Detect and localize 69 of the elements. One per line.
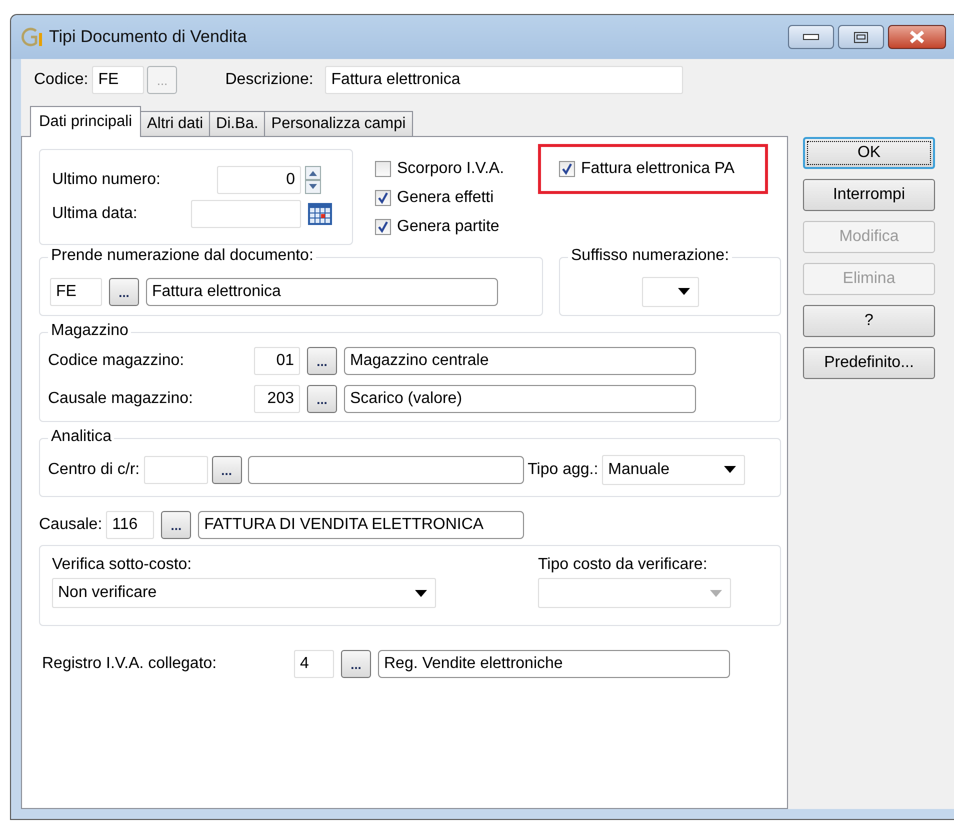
tab[interactable]: Dati principali: [30, 106, 142, 137]
dropdown-arrow-icon[interactable]: [678, 288, 690, 295]
code-field[interactable]: [144, 456, 208, 484]
field-label: Registro I.V.A. collegato:: [42, 655, 218, 673]
field-label: Descrizione:: [225, 71, 314, 89]
app-logo-icon: [21, 27, 43, 47]
checkbox[interactable]: [559, 161, 576, 177]
code-field[interactable]: 4: [294, 650, 334, 678]
dialog-button[interactable]: Interrompi: [803, 179, 935, 211]
spinner-icon[interactable]: [305, 166, 321, 194]
dropdown[interactable]: Manuale: [602, 454, 746, 484]
close-button[interactable]: [888, 25, 946, 49]
number-field[interactable]: 0: [217, 166, 301, 194]
close-icon: [908, 30, 926, 44]
field-label: Centro di c/r:: [48, 460, 140, 478]
description-field[interactable]: Reg. Vendite elettroniche: [378, 650, 730, 678]
dropdown-value: Manuale: [608, 460, 671, 478]
minimize-icon: [803, 34, 819, 40]
code-field[interactable]: 01: [254, 347, 300, 375]
field-label: Ultimo numero:: [52, 171, 162, 189]
checkbox-label: Genera partite: [397, 218, 500, 236]
checkbox-label: Genera effetti: [397, 189, 494, 207]
tab[interactable]: Altri dati: [140, 111, 210, 136]
calendar-icon[interactable]: [307, 202, 333, 226]
field-label: Tipo agg.:: [528, 460, 598, 478]
date-field[interactable]: [191, 200, 301, 228]
description-field[interactable]: FATTURA DI VENDITA ELETTRONICA: [198, 511, 524, 539]
description-field[interactable]: Fattura elettronica: [325, 66, 684, 94]
dialog-button[interactable]: ?: [803, 305, 935, 337]
dropdown-value: Non verificare: [58, 584, 158, 602]
field-label: Causale magazzino:: [48, 390, 194, 408]
description-field[interactable]: Scarico (valore): [344, 385, 696, 413]
field-label: Codice:: [34, 71, 88, 89]
minimize-button[interactable]: [788, 25, 834, 49]
dialog-button[interactable]: Predefinito...: [803, 347, 935, 379]
browse-button[interactable]: ...: [212, 456, 242, 484]
field-label: Codice magazzino:: [48, 352, 186, 370]
code-field[interactable]: 203: [254, 385, 300, 413]
checkbox[interactable]: [375, 219, 391, 235]
description-field[interactable]: [248, 456, 524, 484]
checkbox-label: Scorporo I.V.A.: [397, 160, 504, 178]
field-label: Ultima data:: [52, 205, 138, 223]
window-title: Tipi Documento di Vendita: [49, 27, 248, 47]
group-title: Magazzino: [48, 322, 132, 340]
dropdown[interactable]: Non verificare: [52, 578, 436, 608]
code-field[interactable]: FE: [92, 66, 144, 94]
field-label: Tipo costo da verificare:: [538, 556, 708, 574]
tab[interactable]: Personalizza campi: [264, 111, 413, 136]
tab[interactable]: Di.Ba.: [209, 111, 266, 136]
maximize-icon: [854, 32, 868, 42]
code-field[interactable]: 116: [106, 511, 154, 539]
checkbox[interactable]: [375, 161, 391, 177]
checkbox[interactable]: [375, 190, 391, 206]
browse-button[interactable]: ...: [307, 385, 337, 413]
browse-button[interactable]: ...: [109, 278, 139, 306]
field-label: Causale:: [39, 516, 102, 534]
browse-button[interactable]: ...: [307, 347, 337, 375]
dropdown-arrow-icon[interactable]: [724, 466, 736, 473]
code-field[interactable]: FE: [50, 278, 102, 306]
maximize-button[interactable]: [838, 25, 884, 49]
description-field[interactable]: Fattura elettronica: [146, 278, 498, 306]
browse-button[interactable]: ...: [161, 511, 192, 539]
description-field[interactable]: Magazzino centrale: [344, 347, 696, 375]
browse-button[interactable]: ...: [341, 650, 371, 678]
dropdown[interactable]: [642, 276, 698, 306]
dialog-button[interactable]: OK: [803, 137, 935, 169]
checkbox-label: Fattura elettronica PA: [581, 160, 735, 178]
field-label: Verifica sotto-costo:: [52, 556, 193, 574]
dropdown-arrow-icon[interactable]: [415, 590, 427, 596]
